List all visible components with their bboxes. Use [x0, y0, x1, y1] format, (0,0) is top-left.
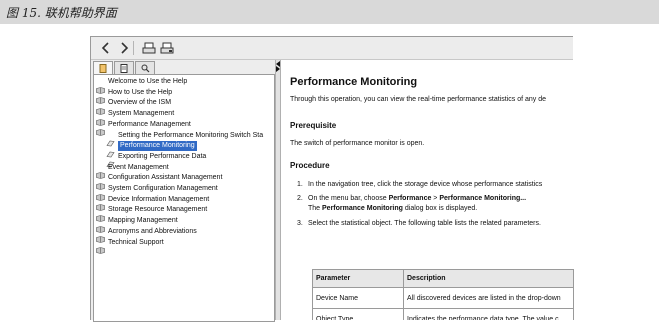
tree-item-label: Welcome to Use the Help [108, 78, 188, 85]
book-icon [96, 186, 105, 201]
book-icon [96, 239, 105, 254]
tree-item-label: Setting the Performance Monitoring Switc… [118, 131, 264, 139]
book-icon [96, 111, 105, 126]
step-number: 3. [297, 220, 303, 227]
book-icon [96, 218, 105, 233]
book-icon [96, 164, 105, 179]
step-text-continued: The Performance Monitoring dialog box is… [308, 205, 478, 212]
tree-item[interactable]: Performance Management [96, 120, 191, 137]
book-icon [96, 100, 105, 115]
book-icon [96, 121, 105, 137]
table-header-row: Parameter Description [312, 269, 574, 288]
tree-item[interactable]: Technical Support [96, 238, 164, 254]
tree-item-label: Technical Support [108, 238, 164, 246]
tree-item-label: Exporting Performance Data [118, 152, 207, 160]
step-text: On the menu bar, choose Performance > Pe… [308, 195, 527, 202]
tree-item-label: Performance Monitoring [118, 141, 197, 152]
table-header: Description [403, 269, 574, 288]
figure-caption-bar: 图 15. 联机帮助界面 [0, 0, 659, 24]
tree-item-label: Acronyms and Abbreviations [108, 227, 197, 235]
table-cell: All discovered devices are listed in the… [403, 287, 574, 309]
parameter-table: Parameter Description Device Name All di… [312, 269, 574, 320]
intro-text: Through this operation, you can view the… [290, 96, 547, 103]
contents-icon [99, 63, 107, 73]
topic-page-icon [106, 143, 115, 158]
tree-item-label: Configuration Assistant Management [108, 174, 223, 182]
tree-item[interactable]: System Configuration Management [96, 184, 218, 201]
tree-item[interactable]: Setting the Performance Monitoring Switc… [106, 131, 264, 147]
topic-page-icon [106, 153, 115, 168]
book-icon [96, 79, 105, 94]
tree-item-label: Overview of the ISM [108, 99, 172, 107]
tree-item-label: Event Management [108, 163, 169, 171]
book-icon [96, 196, 105, 211]
book-icon [96, 89, 105, 104]
topic-page-icon [106, 132, 115, 147]
tree-item[interactable]: Configuration Assistant Management [96, 173, 223, 190]
step-number: 2. [297, 195, 303, 202]
back-icon[interactable] [97, 39, 115, 57]
step-text: Select the statistical object. The follo… [308, 220, 541, 227]
help-window: Welcome to Use the Help How to Use the He… [90, 36, 574, 322]
table-cell: Object Type [312, 308, 404, 320]
table-cell: Indicates the performance data type. The… [403, 308, 574, 320]
book-icon [96, 175, 105, 190]
toolbar [91, 37, 573, 60]
print-setup-icon[interactable] [158, 39, 176, 57]
tree-item[interactable]: Performance Monitoring [106, 141, 197, 158]
tree-item-label: System Configuration Management [108, 185, 218, 192]
tree-item[interactable]: Device Information Management [96, 195, 210, 211]
contents-tree: Welcome to Use the Help How to Use the He… [93, 74, 275, 322]
tree-item[interactable]: Exporting Performance Data [106, 152, 207, 168]
help-content-pane: Performance Monitoring Through this oper… [280, 60, 574, 320]
prerequisite-heading: Prerequisite [290, 121, 337, 130]
tree-item[interactable]: Welcome to Use the Help [96, 77, 188, 94]
figure-caption: 图 15. 联机帮助界面 [6, 6, 117, 20]
tree-item-label: Mapping Management [108, 217, 178, 225]
table-cell: Device Name [312, 287, 404, 309]
index-icon [120, 63, 128, 73]
search-tab[interactable] [135, 61, 155, 74]
print-icon[interactable] [140, 39, 158, 57]
tree-item[interactable]: System Management [96, 109, 175, 126]
table-row: Device Name All discovered devices are l… [312, 287, 574, 309]
tree-item-label: Performance Management [108, 120, 191, 128]
table-header: Parameter [312, 269, 404, 288]
tree-item[interactable]: Overview of the ISM [96, 98, 172, 115]
procedure-heading: Procedure [290, 161, 330, 170]
forward-icon[interactable] [115, 39, 133, 57]
tree-item[interactable]: Mapping Management [96, 216, 178, 233]
table-row: Object Type Indicates the performance da… [312, 308, 574, 320]
tree-item-label: System Management [108, 110, 175, 118]
index-tab[interactable] [114, 61, 134, 74]
contents-tab[interactable] [93, 61, 113, 74]
page-title: Performance Monitoring [290, 76, 418, 88]
tree-item[interactable]: Event Management [96, 163, 169, 179]
prerequisite-text: The switch of performance monitor is ope… [290, 140, 425, 147]
step-text: In the navigation tree, click the storag… [308, 181, 543, 188]
step-number: 1. [297, 181, 303, 188]
tree-item-label: Device Information Management [108, 195, 210, 203]
tree-item-label: How to Use the Help [108, 88, 173, 96]
toolbar-separator [133, 41, 134, 55]
book-icon [96, 207, 105, 222]
tree-item[interactable]: How to Use the Help [96, 88, 173, 104]
tree-item[interactable]: Acronyms and Abbreviations [96, 227, 197, 244]
search-icon [141, 64, 149, 72]
tree-item[interactable]: Storage Resource Management [96, 205, 208, 222]
tree-item-label: Storage Resource Management [108, 206, 208, 214]
book-icon [96, 228, 105, 244]
